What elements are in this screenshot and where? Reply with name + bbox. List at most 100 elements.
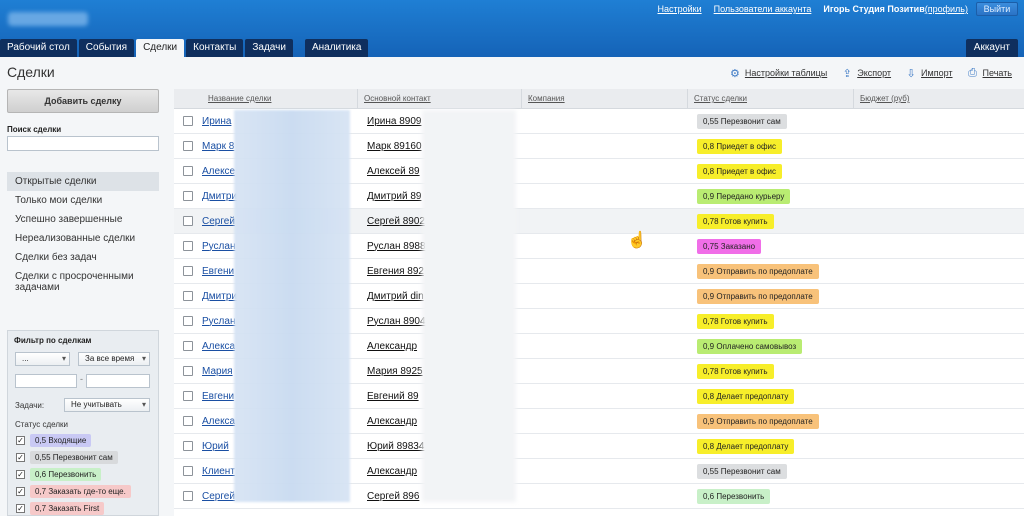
header-budget[interactable]: Бюджет (руб) [853, 89, 1024, 109]
status-filter-item[interactable]: ✓ 0,5 Входящие [16, 434, 92, 447]
deal-name-link[interactable]: Алекса [202, 416, 235, 427]
deal-name-link[interactable]: Сергей [202, 216, 235, 227]
row-checkbox[interactable] [183, 141, 193, 151]
row-checkbox[interactable] [183, 341, 193, 351]
tasks-select[interactable]: Не учитывать [64, 398, 150, 412]
status-filter-item[interactable]: ✓ 0,6 Перезвонить [16, 468, 102, 481]
date-from-input[interactable] [15, 374, 77, 388]
row-checkbox[interactable] [183, 166, 193, 176]
row-checkbox[interactable] [183, 191, 193, 201]
add-deal-button[interactable]: Добавить сделку [7, 89, 159, 113]
status-checkbox[interactable]: ✓ [16, 470, 25, 479]
status-filter-item[interactable]: ✓ 0,7 Заказать где-то еще. [16, 485, 131, 498]
deal-name-link[interactable]: Руслан [202, 316, 235, 327]
status-checkbox[interactable]: ✓ [16, 453, 25, 462]
deal-name-link[interactable]: Ирина [202, 116, 231, 127]
contact-link[interactable]: Александр [367, 341, 417, 352]
deal-name-link[interactable]: Дмитри [202, 191, 237, 202]
contact-link[interactable]: Сергей 896 [367, 491, 419, 502]
import-action[interactable]: ⇩ Импорт [905, 67, 952, 80]
contact-link[interactable]: Марк 89160 [367, 141, 422, 152]
tab-events[interactable]: События [78, 39, 135, 57]
row-checkbox[interactable] [183, 416, 193, 426]
row-checkbox[interactable] [183, 266, 193, 276]
search-input[interactable] [7, 136, 159, 151]
row-checkbox[interactable] [183, 241, 193, 251]
filter-overdue-tasks[interactable]: Сделки с просроченными задачами [7, 267, 159, 297]
header-contact[interactable]: Основной контакт [357, 89, 521, 109]
contact-link[interactable]: Дмитрий 89 [367, 191, 421, 202]
contact-link[interactable]: Руслан 8988 [367, 241, 426, 252]
tab-analytics[interactable]: Аналитика [304, 39, 369, 57]
row-checkbox[interactable] [183, 466, 193, 476]
filter-no-tasks[interactable]: Сделки без задач [7, 248, 159, 267]
deal-name-link[interactable]: Дмитри [202, 291, 237, 302]
filter-my-deals[interactable]: Только мои сделки [7, 191, 159, 210]
deal-name-link[interactable]: Клиент [202, 466, 235, 477]
status-checkbox[interactable]: ✓ [16, 436, 25, 445]
logo[interactable] [8, 12, 88, 26]
filter-open-deals[interactable]: Открытые сделки [7, 172, 159, 191]
contact-link[interactable]: Евгений 89 [367, 391, 419, 402]
status-checkbox[interactable]: ✓ [16, 487, 25, 496]
contact-link[interactable]: Ирина 8909 [367, 116, 421, 127]
filter-select-period[interactable]: За все время [78, 352, 150, 366]
contact-link[interactable]: Алексей 89 [367, 166, 420, 177]
mouse-cursor-icon: ☝ [627, 232, 647, 249]
contact-link[interactable]: Александр [367, 416, 417, 427]
contact-link[interactable]: Руслан 8904 [367, 316, 426, 327]
row-checkbox[interactable] [183, 366, 193, 376]
row-checkbox[interactable] [183, 216, 193, 226]
deal-name-link[interactable]: Марк 8 [202, 141, 234, 152]
row-checkbox-cell [174, 316, 202, 326]
status-filter-item[interactable]: ✓ 0,55 Перезвонит сам [16, 451, 118, 464]
deal-name-link[interactable]: Алекса [202, 341, 235, 352]
profile-link[interactable]: (профиль) [925, 4, 968, 14]
row-checkbox[interactable] [183, 116, 193, 126]
deal-name-link[interactable]: Сергей [202, 491, 235, 502]
print-action[interactable]: ⎙ Печать [967, 67, 1012, 79]
status-tag: 0,5 Входящие [30, 434, 92, 447]
deal-name-link[interactable]: Юрий [202, 441, 229, 452]
tab-contacts[interactable]: Контакты [186, 39, 244, 57]
deal-name-link[interactable]: Мария [202, 366, 233, 377]
row-checkbox[interactable] [183, 441, 193, 451]
deal-name-link[interactable]: Евгени [202, 266, 234, 277]
filter-won-deals[interactable]: Успешно завершенные [7, 210, 159, 229]
logout-button[interactable]: Выйти [976, 2, 1018, 16]
header-status[interactable]: Статус сделки [687, 89, 853, 109]
row-checkbox[interactable] [183, 291, 193, 301]
filter-lost-deals[interactable]: Нереализованные сделки [7, 229, 159, 248]
status-badge: 0,78 Готов купить [697, 313, 774, 329]
tab-dashboard[interactable]: Рабочий стол [0, 39, 77, 57]
tab-deals[interactable]: Сделки [136, 39, 185, 57]
status-cell: 0,78 Готов купить [687, 313, 853, 329]
settings-link[interactable]: Настройки [657, 4, 701, 14]
tab-tasks[interactable]: Задачи [245, 39, 293, 57]
deal-name-link[interactable]: Алексе [202, 166, 235, 177]
row-checkbox[interactable] [183, 491, 193, 501]
account-users-link[interactable]: Пользователи аккаунта [714, 4, 812, 14]
status-filter-item[interactable]: ✓ 0,7 Заказать First [16, 502, 105, 515]
export-action[interactable]: ⇪ Экспорт [841, 67, 891, 80]
contact-link[interactable]: Сергей 8902 [367, 216, 425, 227]
tab-account[interactable]: Аккаунт [965, 39, 1018, 57]
redacted-contacts-blur [422, 110, 516, 502]
header-company[interactable]: Компания [521, 89, 687, 109]
filter-select-owner[interactable]: ... [15, 352, 70, 366]
row-checkbox[interactable] [183, 391, 193, 401]
contact-link[interactable]: Евгения 892 [367, 266, 424, 277]
deal-name-link[interactable]: Евгени [202, 391, 234, 402]
table-settings-action[interactable]: ⚙ Настройки таблицы [729, 67, 827, 80]
status-checkbox[interactable]: ✓ [16, 504, 25, 513]
row-checkbox[interactable] [183, 316, 193, 326]
contact-link[interactable]: Александр [367, 466, 417, 477]
contact-link[interactable]: Дмитрий din [367, 291, 424, 302]
date-to-input[interactable] [86, 374, 150, 388]
status-badge: 0,75 Заказано [697, 238, 762, 254]
header-deal-name[interactable]: Название сделки [202, 89, 357, 109]
contact-link[interactable]: Юрий 89834 [367, 441, 424, 452]
contact-link[interactable]: Мария 8925 [367, 366, 423, 377]
page-title: Сделки [7, 64, 55, 80]
deal-name-link[interactable]: Руслан [202, 241, 235, 252]
